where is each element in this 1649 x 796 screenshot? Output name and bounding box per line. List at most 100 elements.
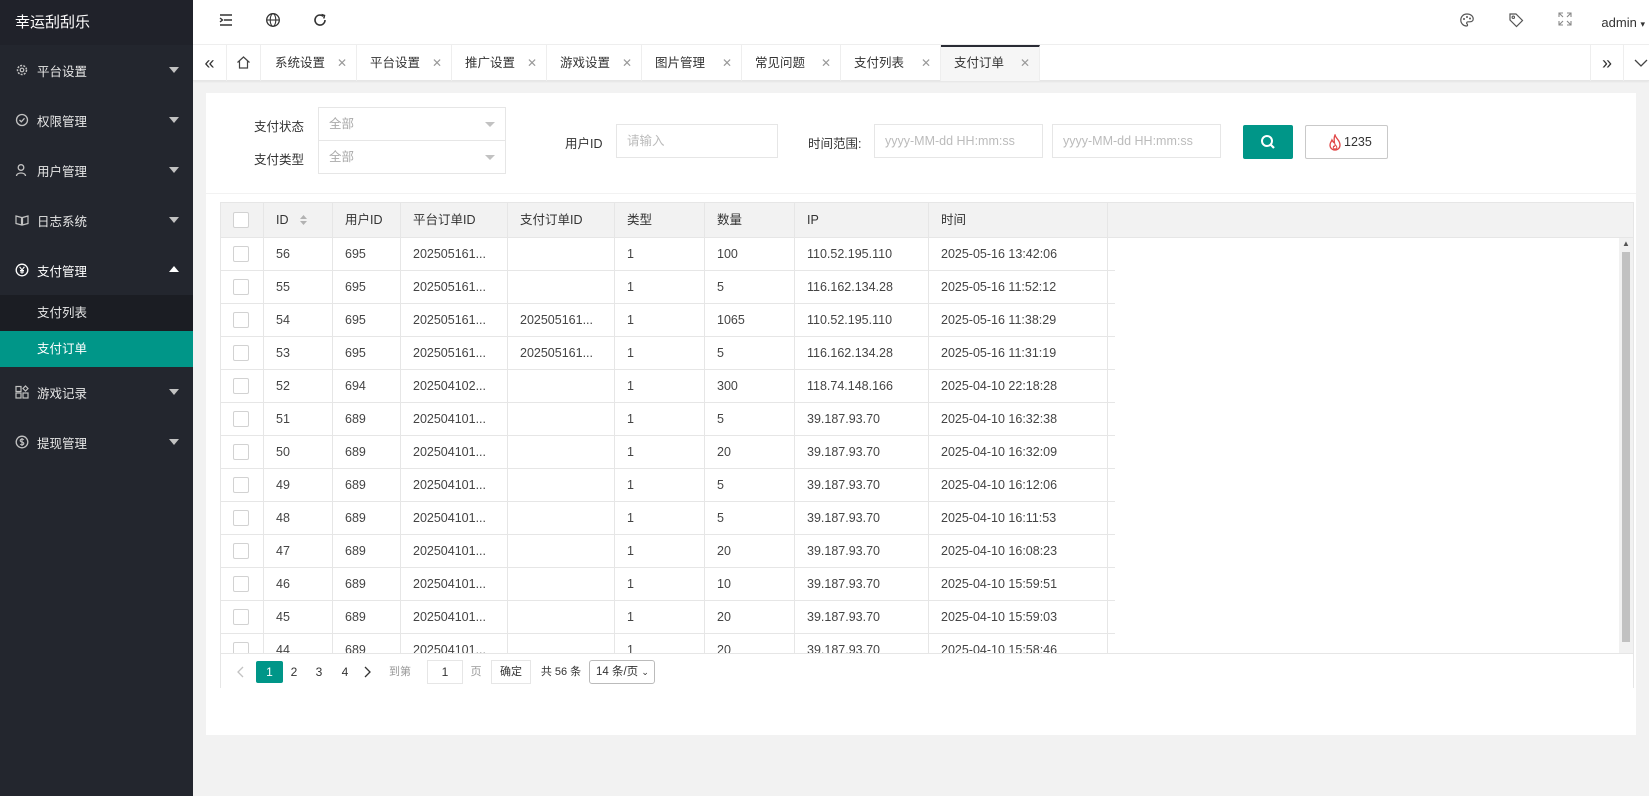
table-row[interactable]: 53 695 202505161... 202505161... 1 5 116.162.1… <box>221 337 1115 370</box>
tab-image-management[interactable]: 图片管理 ✕ <box>642 45 742 81</box>
goto-page-input[interactable]: 1 <box>427 660 463 684</box>
table-row[interactable]: 48 689 202504101... 1 5 39.187.93.70 2025-04-1… <box>221 502 1115 535</box>
globe-icon[interactable] <box>263 12 283 32</box>
table-row[interactable]: 54 695 202505161... 202505161... 1 1065 110.52… <box>221 304 1115 337</box>
row-checkbox[interactable] <box>233 444 249 460</box>
row-checkbox[interactable] <box>233 246 249 262</box>
row-checkbox[interactable] <box>233 411 249 427</box>
yen-icon <box>15 263 29 277</box>
refresh-icon[interactable] <box>310 12 330 32</box>
prev-page-icon[interactable] <box>233 661 247 683</box>
cell-amount: 5 <box>705 469 795 502</box>
scrollbar-thumb[interactable] <box>1622 252 1630 642</box>
user-menu[interactable]: admin ▾ <box>1601 15 1645 30</box>
next-page-icon[interactable] <box>361 661 375 683</box>
close-icon[interactable]: ✕ <box>337 45 347 81</box>
tabs-menu-chevron-down-icon[interactable] <box>1624 45 1649 81</box>
page-4-button[interactable]: 4 <box>335 661 355 683</box>
close-icon[interactable]: ✕ <box>527 45 537 81</box>
row-checkbox[interactable] <box>233 543 249 559</box>
close-icon[interactable]: ✕ <box>432 45 442 81</box>
tab-platform-settings[interactable]: 平台设置 ✕ <box>357 45 452 81</box>
cell-user-id: 689 <box>333 535 401 568</box>
tab-label: 推广设置 <box>465 56 516 70</box>
sidebar-item-game-records[interactable]: 游戏记录 <box>0 367 193 417</box>
sidebar-item-permissions[interactable]: 权限管理 <box>0 95 193 145</box>
tabs-scroll-right-icon[interactable]: » <box>1590 45 1624 81</box>
table-row[interactable]: 52 694 202504102... 1 300 118.74.148.166 2025-… <box>221 370 1115 403</box>
tab-payment-list[interactable]: 支付列表 ✕ <box>841 45 941 81</box>
goto-label: 到第 <box>389 666 411 678</box>
table-row[interactable]: 47 689 202504101... 1 20 39.187.93.70 2025-04-… <box>221 535 1115 568</box>
cell-user-id: 689 <box>333 601 401 634</box>
row-checkbox[interactable] <box>233 642 249 653</box>
page-1-button[interactable]: 1 <box>256 661 283 683</box>
fullscreen-icon[interactable] <box>1555 12 1575 32</box>
sidebar-item-withdrawals[interactable]: 提现管理 <box>0 417 193 467</box>
close-icon[interactable]: ✕ <box>921 45 931 81</box>
row-checkbox[interactable] <box>233 312 249 328</box>
row-checkbox[interactable] <box>233 279 249 295</box>
cell-platform-order-id: 202504101... <box>401 535 508 568</box>
home-icon[interactable] <box>227 45 261 81</box>
tab-system-settings[interactable]: 系统设置 ✕ <box>262 45 357 81</box>
table-row[interactable]: 45 689 202504101... 1 20 39.187.93.70 2025-04-… <box>221 601 1115 634</box>
sidebar-item-logs[interactable]: 日志系统 <box>0 195 193 245</box>
pay-type-select[interactable]: 全部 <box>318 140 506 174</box>
tabs-scroll-left-icon[interactable]: « <box>193 45 227 81</box>
close-icon[interactable]: ✕ <box>1020 47 1030 79</box>
table-row[interactable]: 49 689 202504101... 1 5 39.187.93.70 2025-04-1… <box>221 469 1115 502</box>
search-button[interactable] <box>1243 125 1293 159</box>
close-icon[interactable]: ✕ <box>722 45 732 81</box>
table-row[interactable]: 44 689 202504101... 1 20 39.187.93.70 2025-04-… <box>221 634 1115 653</box>
row-checkbox[interactable] <box>233 345 249 361</box>
row-checkbox[interactable] <box>233 576 249 592</box>
cell-payment-order-id <box>508 403 615 436</box>
column-header-id[interactable]: ID <box>264 203 333 238</box>
sort-icon[interactable] <box>299 214 308 226</box>
table-row[interactable]: 56 695 202505161... 1 100 110.52.195.110 2025-… <box>221 238 1115 271</box>
tab-promotion-settings[interactable]: 推广设置 ✕ <box>452 45 547 81</box>
table-row[interactable]: 50 689 202504101... 1 20 39.187.93.70 2025-04-… <box>221 436 1115 469</box>
cell-ip: 116.162.134.28 <box>795 271 929 304</box>
tab-faq[interactable]: 常见问题 ✕ <box>742 45 841 81</box>
divider <box>206 193 1636 194</box>
page-3-button[interactable]: 3 <box>309 661 329 683</box>
theme-palette-icon[interactable] <box>1457 12 1477 32</box>
cell-type: 1 <box>615 469 705 502</box>
page-size-value: 14 条/页 <box>596 666 639 678</box>
table-vertical-scrollbar[interactable]: ▲ ▼ <box>1619 238 1633 688</box>
cell-user-id: 695 <box>333 271 401 304</box>
pay-status-select[interactable]: 全部 <box>318 107 506 141</box>
tab-game-settings[interactable]: 游戏设置 ✕ <box>547 45 642 81</box>
cell-time: 2025-04-10 16:08:23 <box>929 535 1108 568</box>
sidebar-item-payments[interactable]: 支付管理 <box>0 245 193 295</box>
sidebar-item-users[interactable]: 用户管理 <box>0 145 193 195</box>
row-checkbox[interactable] <box>233 378 249 394</box>
tag-icon[interactable] <box>1506 12 1526 32</box>
sidebar-subitem-payment-orders[interactable]: 支付订单 <box>0 331 193 367</box>
goto-confirm-button[interactable]: 确定 <box>491 660 531 684</box>
table-row[interactable]: 46 689 202504101... 1 10 39.187.93.70 2025-04-… <box>221 568 1115 601</box>
sidebar-item-label: 用户管理 <box>37 164 88 179</box>
sidebar-subitem-payment-list[interactable]: 支付列表 <box>0 295 193 331</box>
collapse-sidebar-icon[interactable] <box>216 12 236 32</box>
page-size-select[interactable]: 14 条/页 ⌄ <box>589 660 655 684</box>
select-all-checkbox[interactable] <box>233 212 249 228</box>
count-button[interactable]: 1235 <box>1305 125 1388 159</box>
table-row[interactable]: 51 689 202504101... 1 5 39.187.93.70 2025-04-1… <box>221 403 1115 436</box>
page-2-button[interactable]: 2 <box>284 661 304 683</box>
user-id-input[interactable]: 请输入 <box>616 124 778 158</box>
cell-id: 50 <box>264 436 333 469</box>
row-checkbox[interactable] <box>233 510 249 526</box>
row-checkbox[interactable] <box>233 477 249 493</box>
start-time-input[interactable]: yyyy-MM-dd HH:mm:ss <box>874 124 1043 158</box>
close-icon[interactable]: ✕ <box>622 45 632 81</box>
end-time-input[interactable]: yyyy-MM-dd HH:mm:ss <box>1052 124 1221 158</box>
close-icon[interactable]: ✕ <box>821 45 831 81</box>
sidebar-item-platform-settings[interactable]: 平台设置 <box>0 45 193 95</box>
row-checkbox[interactable] <box>233 609 249 625</box>
scroll-up-arrow-icon[interactable]: ▲ <box>1622 239 1630 248</box>
table-row[interactable]: 55 695 202505161... 1 5 116.162.134.28 2025-05… <box>221 271 1115 304</box>
tab-payment-orders[interactable]: 支付订单 ✕ <box>941 45 1040 81</box>
